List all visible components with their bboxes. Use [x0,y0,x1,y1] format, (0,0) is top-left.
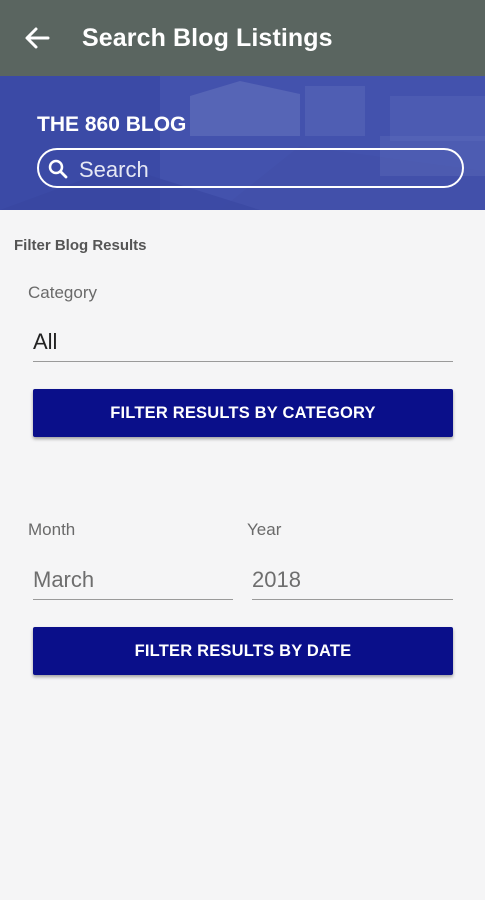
category-value: All [33,329,58,354]
year-select[interactable]: 2018 [252,556,453,600]
filter-by-date-button[interactable]: FILTER RESULTS BY DATE [33,627,453,675]
filter-section-title: Filter Blog Results [14,237,147,254]
month-value: March [33,567,95,592]
arrow-left-icon [25,27,50,49]
app-bar: Search Blog Listings [0,0,485,76]
search-input[interactable]: Search [37,148,464,188]
filter-by-category-button[interactable]: FILTER RESULTS BY CATEGORY [33,389,453,437]
search-placeholder: Search [79,157,149,182]
back-button[interactable] [20,22,54,54]
month-select[interactable]: March [33,556,233,600]
page-title: Search Blog Listings [82,24,333,52]
year-value: 2018 [252,567,301,592]
blog-title: THE 860 BLOG [37,113,187,136]
category-select[interactable]: All [33,318,453,362]
search-icon [48,159,68,179]
month-label: Month [28,520,76,539]
blog-header-banner: THE 860 BLOG Search [0,76,485,210]
year-label: Year [247,520,282,539]
category-label: Category [28,283,97,302]
banner-background-image [0,76,485,210]
